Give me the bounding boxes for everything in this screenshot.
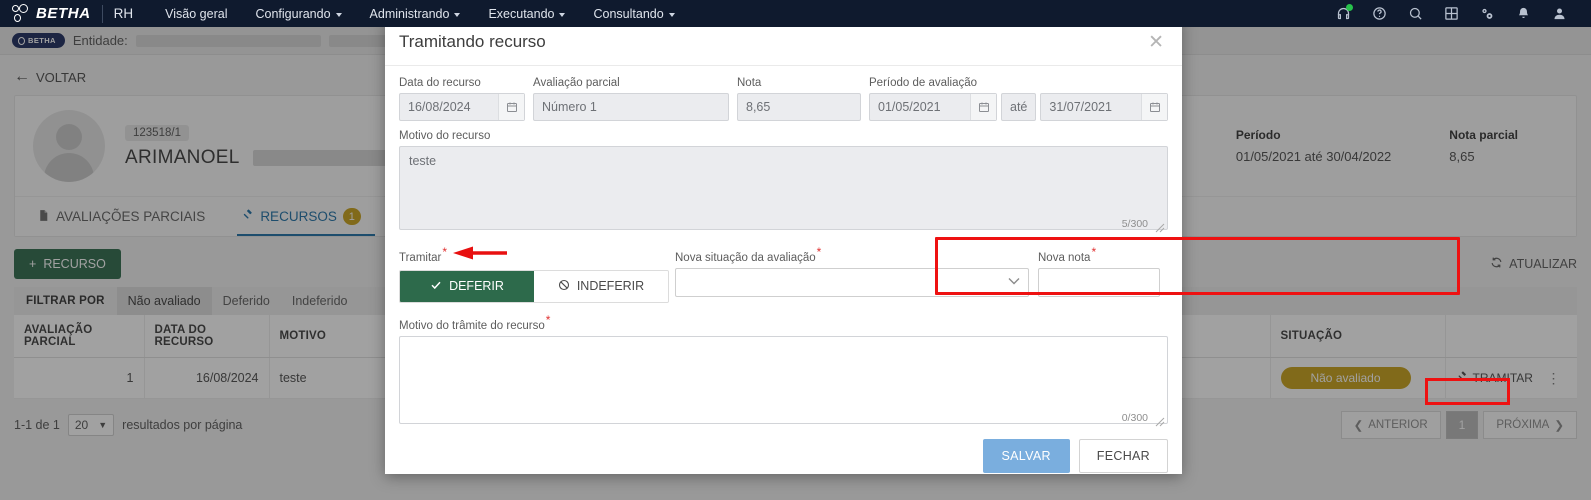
dialog-body: Data do recurso 16/08/2024 Avaliação par… (385, 66, 1460, 429)
field-label: Período de avaliação (869, 77, 978, 89)
nota-input[interactable]: 8,65 (737, 93, 861, 121)
field-nova-nota: Nova nota* (1038, 245, 1168, 297)
field-label: Tramitar* (399, 245, 447, 264)
field-motivo-do-recurso: Motivo do recurso 5/300 (399, 130, 1168, 235)
tramitar-toggle-group: DEFERIR INDEFERIR (399, 269, 669, 303)
tramitar-label-text: Tramitar (399, 251, 442, 264)
field-label: Nota (737, 77, 762, 89)
field-label: Nova nota* (1038, 245, 1160, 264)
field-value: 16/08/2024 (408, 100, 471, 114)
periodo-range-inputs: 01/05/2021 até 31/07/2021 (869, 93, 1168, 121)
avaliacao-parcial-input[interactable]: Número 1 (533, 93, 729, 121)
calendar-icon[interactable] (498, 94, 524, 120)
required-marker: * (545, 312, 551, 327)
required-marker: * (816, 245, 822, 259)
nav-divider (101, 4, 103, 23)
nav-item-configurando[interactable]: Configurando (241, 0, 355, 27)
motivo-do-recurso-counter: 5/300 (1121, 218, 1148, 230)
field-avaliacao-parcial: Avaliação parcial Número 1 (533, 77, 729, 121)
search-icon[interactable] (1397, 0, 1433, 27)
periodo-separator-label: até (1001, 93, 1037, 121)
help-circle-icon[interactable] (1361, 0, 1397, 27)
chevron-down-icon (454, 12, 461, 17)
brand-name: BETHA (36, 5, 91, 22)
field-periodo-de-avaliacao: Período de avaliação 01/05/2021 até 31/0… (869, 77, 1168, 121)
field-nota: Nota 8,65 (737, 77, 861, 121)
field-label: Avaliação parcial (533, 77, 620, 89)
headset-icon[interactable] (1325, 0, 1361, 27)
close-icon[interactable]: ✕ (1148, 33, 1164, 52)
app-root: BETHA RH Visão geral Configurando Admini… (0, 0, 1591, 500)
deferir-button[interactable]: DEFERIR (400, 270, 534, 302)
field-tramitar: Tramitar* DEFERIR INDEFERIR (399, 245, 669, 303)
tramitando-recurso-dialog: Tramitando recurso ✕ Data do recurso 16/… (385, 18, 1460, 474)
tramitar-section: Tramitar* DEFERIR INDEFERIR Nova situaçã… (399, 237, 1460, 303)
motivo-do-tramite-counter: 0/300 (1121, 411, 1148, 424)
data-do-recurso-input[interactable]: 16/08/2024 (399, 93, 525, 121)
field-value: Número 1 (542, 100, 597, 114)
dialog-title: Tramitando recurso (399, 32, 546, 51)
chevron-down-icon (1008, 276, 1020, 288)
dialog-footer: SALVAR FECHAR (385, 429, 1182, 487)
nav-item-label: Consultando (593, 6, 664, 21)
motivo-tramite-label-text: Motivo do trâmite do recurso (399, 319, 545, 332)
chevron-down-icon (559, 12, 566, 17)
field-motivo-do-tramite: Motivo do trâmite do recurso* 0/300 (399, 313, 1168, 429)
topbar-icon-group (1325, 0, 1591, 27)
chevron-down-icon (668, 12, 675, 17)
nova-nota-label-text: Nova nota (1038, 251, 1091, 264)
calendar-icon[interactable] (970, 94, 996, 120)
chevron-down-icon (335, 12, 342, 17)
required-marker: * (442, 245, 448, 259)
status-dot (1346, 4, 1353, 11)
calendar-icon[interactable] (1141, 94, 1167, 120)
field-value: 8,65 (746, 100, 771, 114)
check-icon (430, 279, 442, 294)
user-avatar-icon[interactable] (1541, 0, 1577, 27)
nav-item-executando[interactable]: Executando (474, 0, 579, 27)
nav-item-label: Administrando (369, 6, 450, 21)
save-button[interactable]: SALVAR (982, 438, 1070, 473)
field-label: Motivo do recurso (399, 130, 491, 142)
nav-item-administrando[interactable]: Administrando (356, 0, 475, 27)
field-label: Motivo do trâmite do recurso* (399, 313, 1168, 332)
ban-icon (558, 279, 570, 294)
top-fields-row: Data do recurso 16/08/2024 Avaliação par… (399, 77, 1168, 121)
motivo-do-recurso-textarea[interactable] (399, 146, 1168, 230)
nav-item-consultando[interactable]: Consultando (579, 0, 688, 27)
nav-item-label: Executando (488, 6, 555, 21)
indeferir-label: INDEFERIR (576, 279, 645, 294)
motivo-do-tramite-wrap: 0/300 (399, 335, 1168, 429)
nova-situacao-group: Nova situação da avaliação* Nova nota* (667, 237, 1460, 297)
field-value: 31/07/2021 (1049, 100, 1112, 114)
bell-icon[interactable] (1505, 0, 1541, 27)
field-data-do-recurso: Data do recurso 16/08/2024 (399, 77, 525, 121)
field-label: Nova situação da avaliação* (675, 245, 1029, 264)
betha-mark-icon (12, 3, 29, 24)
periodo-start-input[interactable]: 01/05/2021 (869, 93, 997, 121)
gears-icon[interactable] (1469, 0, 1505, 27)
field-nova-situacao: Nova situação da avaliação* (667, 245, 1029, 297)
deferir-label: DEFERIR (449, 279, 504, 294)
annotation-arrow-icon (453, 246, 507, 260)
grid-apps-icon[interactable] (1433, 0, 1469, 27)
indeferir-button[interactable]: INDEFERIR (534, 270, 668, 302)
nav-module-label: RH (113, 6, 134, 21)
nav-item-visao-geral[interactable]: Visão geral (151, 0, 241, 27)
required-marker: * (1091, 245, 1097, 259)
motivo-do-tramite-textarea[interactable] (399, 335, 1168, 424)
field-value: 01/05/2021 (878, 100, 941, 114)
motivo-do-recurso-wrap: 5/300 (399, 146, 1168, 235)
cancel-button[interactable]: FECHAR (1078, 438, 1168, 473)
betha-logo[interactable]: BETHA (0, 3, 91, 24)
nova-nota-input[interactable] (1038, 267, 1160, 297)
periodo-end-input[interactable]: 31/07/2021 (1040, 93, 1168, 121)
nova-situacao-label-text: Nova situação da avaliação (675, 251, 816, 264)
nav-item-label: Configurando (255, 6, 331, 21)
nav-item-label: Visão geral (165, 6, 228, 21)
nova-situacao-select[interactable] (675, 267, 1029, 297)
top-navigation-bar: BETHA RH Visão geral Configurando Admini… (0, 0, 1591, 27)
field-label: Data do recurso (399, 77, 481, 89)
